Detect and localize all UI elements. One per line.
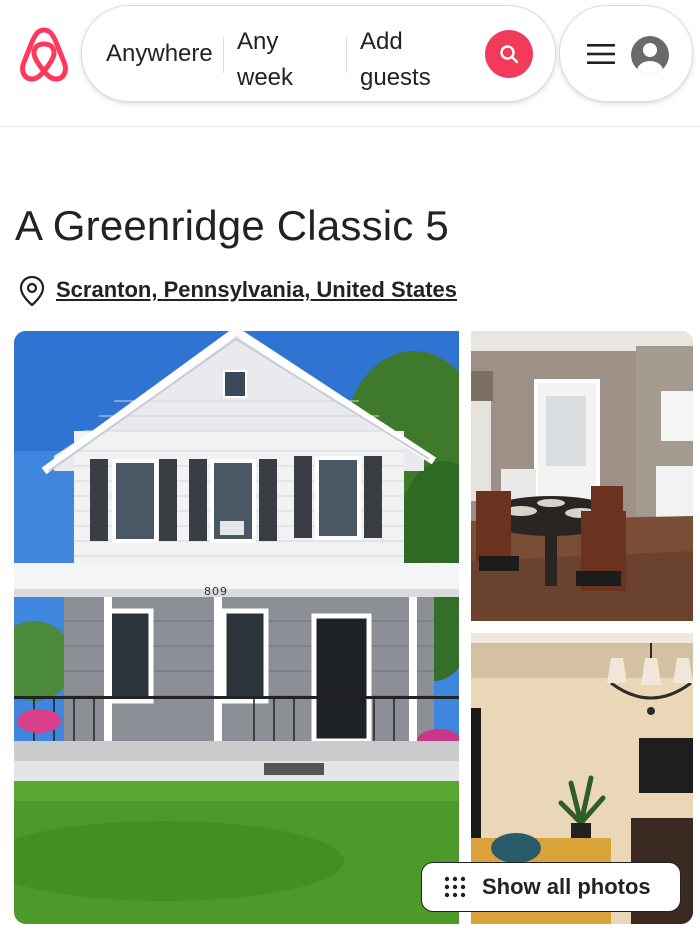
map-pin-icon bbox=[19, 275, 45, 307]
airbnb-logo-icon[interactable] bbox=[18, 26, 70, 82]
listing-title: A Greenridge Classic 5 bbox=[15, 202, 449, 249]
grid-dots-icon bbox=[444, 876, 466, 898]
house-exterior-image: 809 bbox=[14, 331, 459, 924]
dining-room-image bbox=[471, 331, 693, 621]
search-bar[interactable]: Anywhere Any week Add guests bbox=[81, 5, 556, 102]
top-navigation-bar: Anywhere Any week Add guests bbox=[0, 0, 700, 127]
listing-location-link[interactable]: Scranton, Pennsylvania, United States bbox=[56, 277, 457, 303]
show-all-photos-label: Show all photos bbox=[482, 874, 651, 899]
listing-photo-dining[interactable] bbox=[471, 331, 693, 621]
menu-icon bbox=[587, 44, 615, 64]
listing-photo-exterior[interactable]: 809 bbox=[14, 331, 459, 924]
show-all-photos-button[interactable]: Show all photos bbox=[421, 862, 681, 912]
search-guests-button[interactable]: Add guests bbox=[360, 24, 460, 96]
search-dates-button[interactable]: Any week bbox=[237, 24, 327, 96]
search-location-button[interactable]: Anywhere bbox=[106, 36, 213, 72]
search-divider bbox=[223, 37, 224, 73]
search-icon bbox=[500, 45, 519, 64]
search-submit-button[interactable] bbox=[485, 30, 533, 78]
user-avatar-icon bbox=[631, 36, 669, 74]
user-menu-button[interactable] bbox=[559, 5, 693, 102]
search-divider bbox=[346, 37, 347, 73]
house-number-text: 809 bbox=[204, 585, 228, 598]
